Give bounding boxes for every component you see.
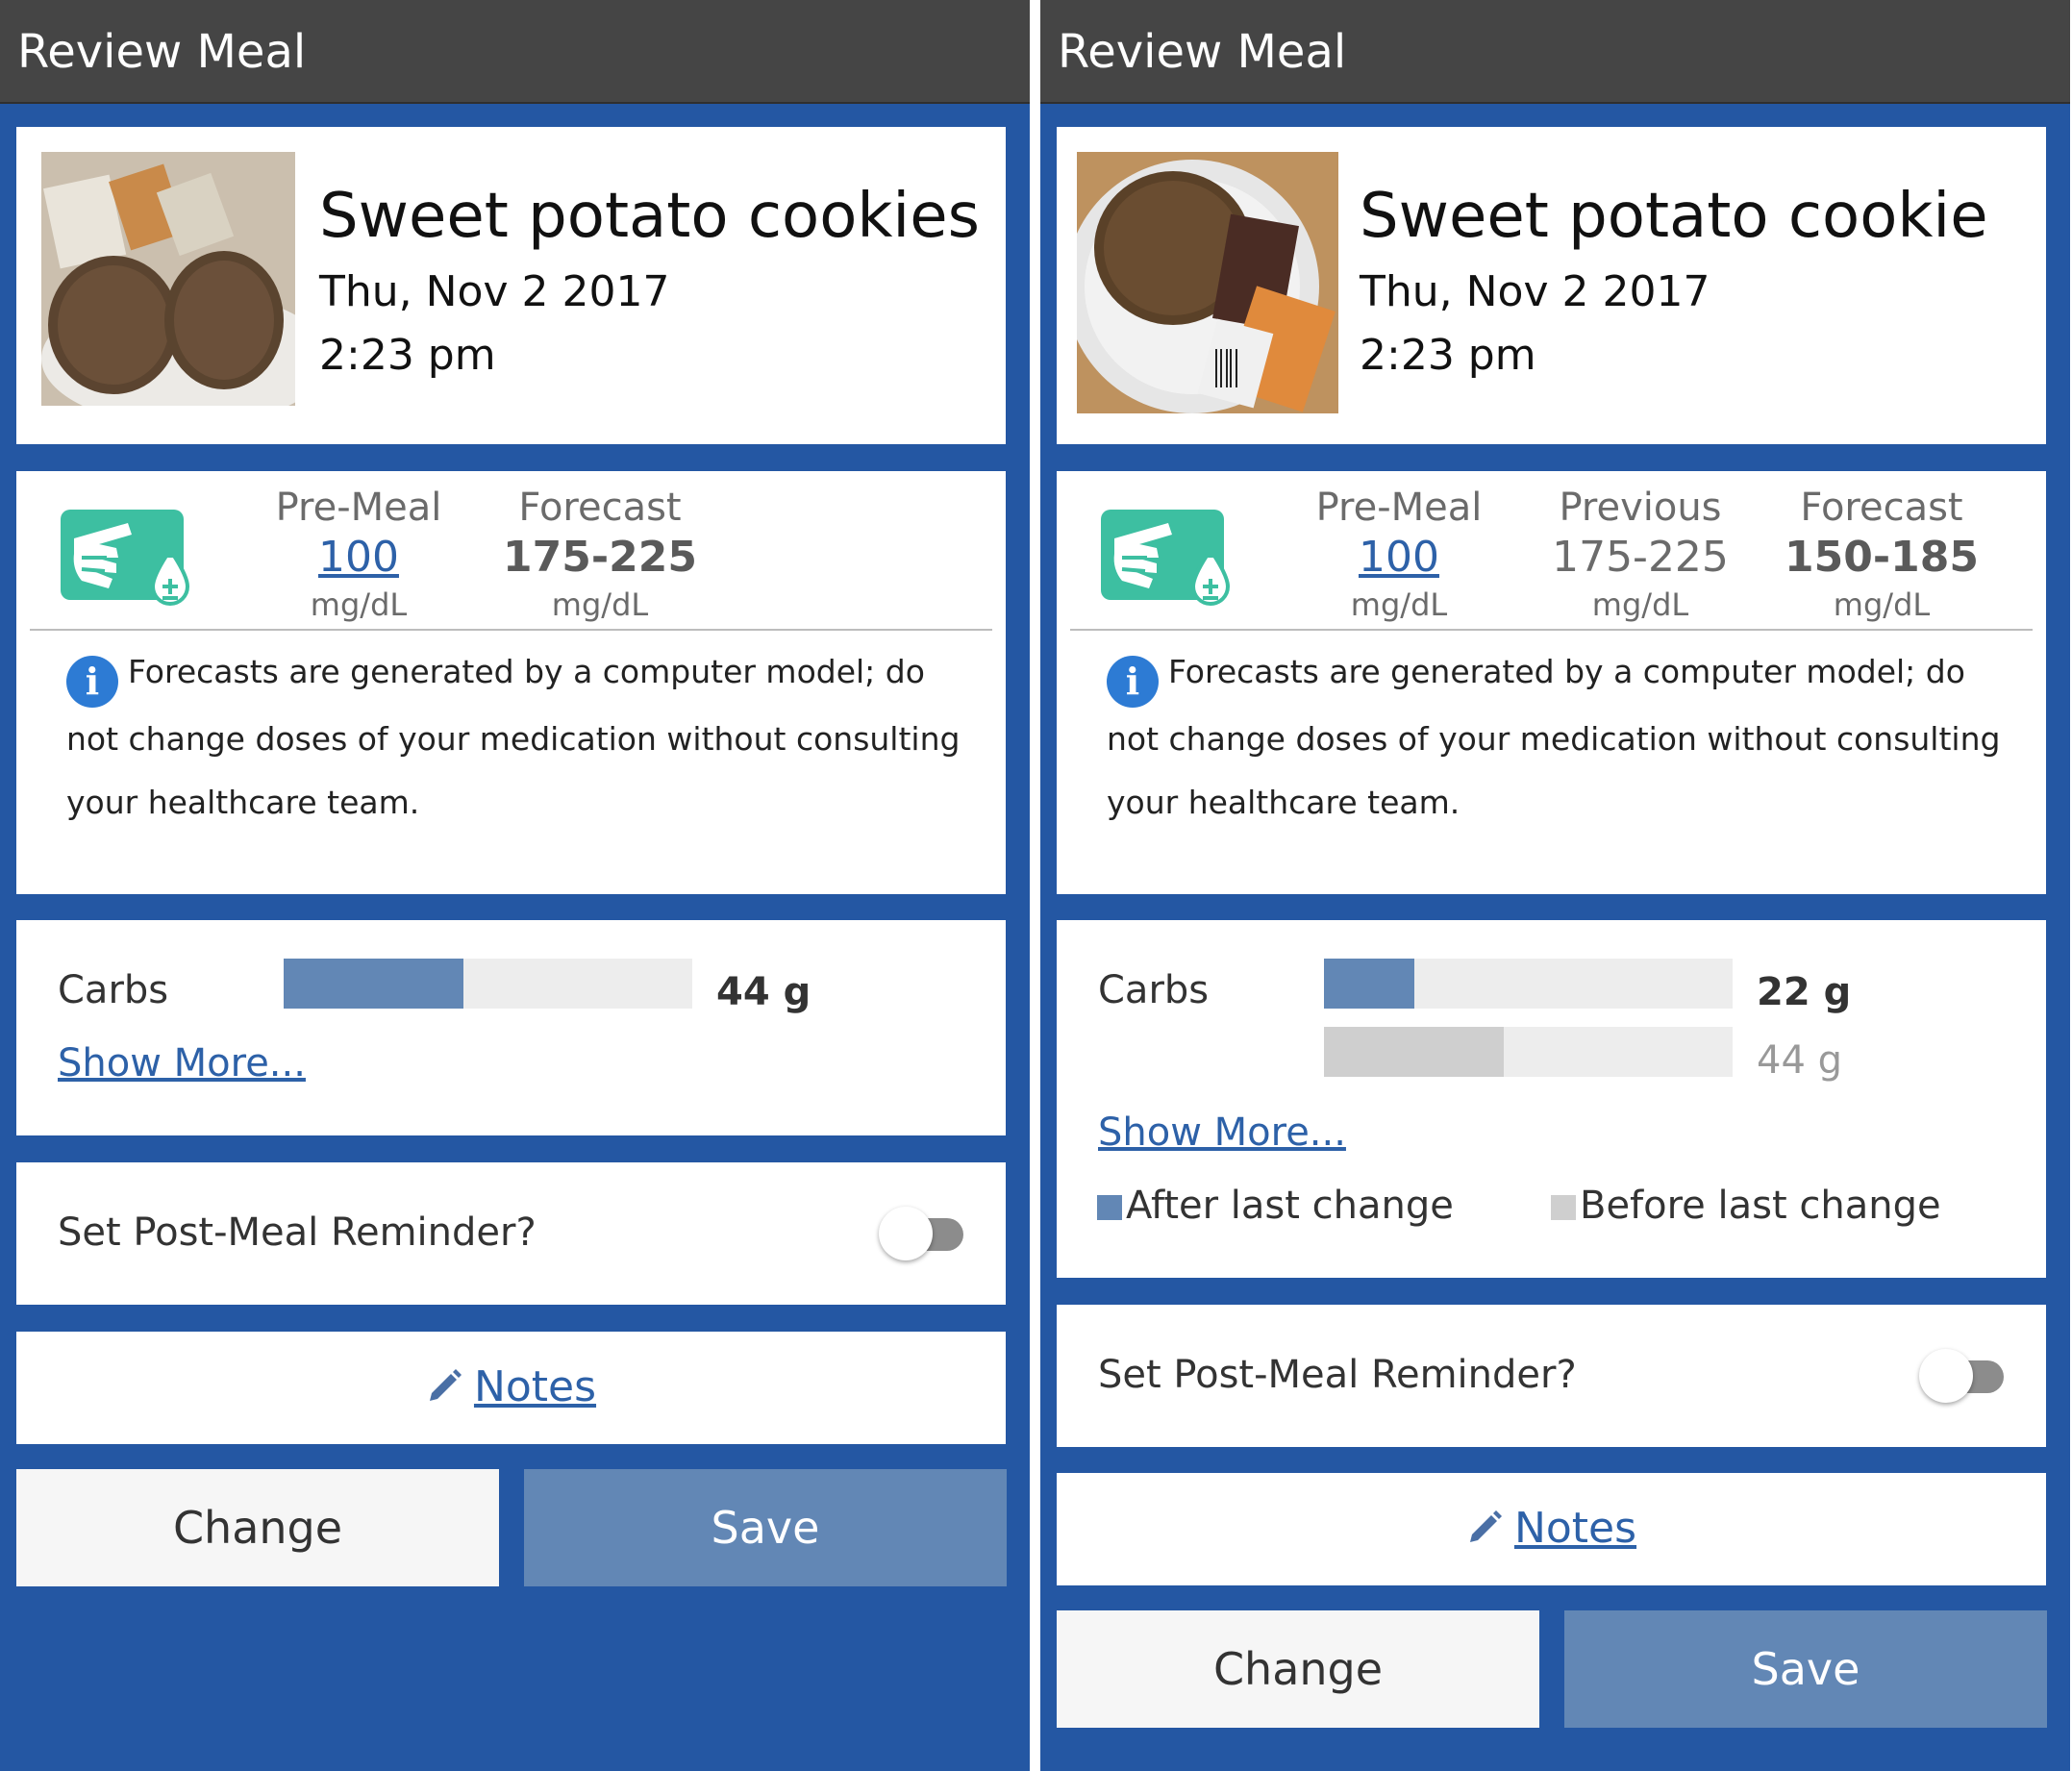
- info-icon: i: [1107, 656, 1159, 708]
- notes-link[interactable]: Notes: [1057, 1504, 2046, 1553]
- carbs-value: 44 g: [716, 970, 811, 1014]
- right-phone-screen: Review Meal Sweet potato cookie Thu, Nov…: [1040, 0, 2070, 1771]
- stat-unit: mg/dL: [310, 586, 408, 623]
- stat-unit: mg/dL: [1350, 586, 1448, 623]
- save-button[interactable]: Save: [1564, 1610, 2047, 1728]
- notes-card: Notes: [16, 1332, 1006, 1444]
- forecast-disclaimer: i Forecasts are generated by a computer m…: [66, 640, 967, 835]
- meal-name: Sweet potato cookie: [1360, 181, 1988, 252]
- stat-forecast: Forecast 175-225 mg/dL: [494, 483, 706, 627]
- toggle-thumb: [1919, 1349, 1973, 1403]
- notes-label: Notes: [1513, 1504, 1637, 1553]
- disclaimer-text: Forecasts are generated by a computer mo…: [1107, 653, 2001, 821]
- stat-value: 175-225: [503, 533, 697, 582]
- stat-label: Previous: [1559, 486, 1722, 530]
- change-button[interactable]: Change: [1057, 1610, 1539, 1728]
- meal-header-card: Sweet potato cookies Thu, Nov 2 2017 2:2…: [16, 127, 1006, 444]
- save-button[interactable]: Save: [524, 1469, 1007, 1586]
- legend-label: After last change: [1126, 1184, 1454, 1228]
- reminder-label: Set Post-Meal Reminder?: [1098, 1353, 1577, 1397]
- stat-value: 175-225: [1552, 533, 1729, 582]
- stat-label: Forecast: [518, 486, 682, 530]
- carbs-bar-fill: [284, 959, 463, 1009]
- stat-label: Pre-Meal: [1315, 486, 1483, 530]
- carbs-label: Carbs: [58, 968, 169, 1012]
- carbs-bar-fill-after: [1324, 959, 1414, 1009]
- meal-photo-image: [41, 152, 295, 406]
- show-more-link[interactable]: Show More...: [1098, 1110, 1346, 1155]
- stat-pre-meal: Pre-Meal 100 mg/dL: [1293, 483, 1505, 627]
- reminder-toggle[interactable]: [1919, 1349, 2008, 1403]
- reminder-toggle[interactable]: [879, 1207, 967, 1260]
- stat-pre-meal: Pre-Meal 100 mg/dL: [253, 483, 464, 627]
- notes-link[interactable]: Notes: [16, 1362, 1006, 1411]
- pencil-icon: [1469, 1510, 1502, 1542]
- divider: [30, 629, 992, 631]
- legend-swatch-before: [1551, 1195, 1576, 1220]
- stat-value: 150-185: [1785, 533, 1979, 582]
- stat-unit: mg/dL: [1833, 586, 1931, 623]
- pencil-icon: [429, 1369, 462, 1401]
- meal-date: Thu, Nov 2 2017: [1360, 267, 1710, 316]
- glucose-forecast-card: Pre-Meal 100 mg/dL Forecast 175-225 mg/d…: [16, 471, 1006, 894]
- reminder-card: Set Post-Meal Reminder?: [16, 1162, 1006, 1305]
- carbs-value: 22 g: [1757, 970, 1852, 1014]
- meal-photo-image: [1077, 152, 1338, 413]
- meal-photo[interactable]: [1077, 152, 1338, 413]
- legend-swatch-after: [1097, 1195, 1122, 1220]
- carbs-previous-value: 44 g: [1757, 1038, 1843, 1083]
- legend-before: Before last change: [1551, 1184, 1941, 1228]
- app-bar-title: Review Meal: [1040, 0, 2070, 104]
- glucose-meter-icon: [1101, 510, 1231, 606]
- stat-label: Forecast: [1800, 486, 1963, 530]
- carbs-bar-fill-before: [1324, 1027, 1504, 1077]
- reminder-card: Set Post-Meal Reminder?: [1057, 1305, 2046, 1447]
- meal-header-card: Sweet potato cookie Thu, Nov 2 2017 2:23…: [1057, 127, 2046, 444]
- stat-unit: mg/dL: [551, 586, 649, 623]
- forecast-disclaimer: i Forecasts are generated by a computer m…: [1107, 640, 2008, 835]
- change-button[interactable]: Change: [16, 1469, 499, 1586]
- legend-after: After last change: [1097, 1184, 1454, 1228]
- notes-card: Notes: [1057, 1473, 2046, 1585]
- stat-unit: mg/dL: [1591, 586, 1689, 623]
- stat-previous: Previous 175-225 mg/dL: [1535, 483, 1746, 627]
- carbs-bar-track-before: [1324, 1027, 1733, 1077]
- meal-name: Sweet potato cookies: [319, 181, 980, 252]
- divider: [1070, 629, 2033, 631]
- info-icon: i: [66, 656, 118, 708]
- meal-photo[interactable]: [41, 152, 295, 406]
- stat-forecast: Forecast 150-185 mg/dL: [1776, 483, 1987, 627]
- disclaimer-text: Forecasts are generated by a computer mo…: [66, 653, 961, 821]
- meal-time: 2:23 pm: [319, 331, 496, 380]
- meal-time: 2:23 pm: [1360, 331, 1536, 380]
- carbs-label: Carbs: [1098, 968, 1210, 1012]
- carbs-bar-track: [284, 959, 692, 1009]
- carbs-card: Carbs 44 g Show More...: [16, 920, 1006, 1135]
- pre-meal-value-link[interactable]: 100: [253, 533, 464, 583]
- glucose-meter-icon: [61, 510, 190, 606]
- reminder-label: Set Post-Meal Reminder?: [58, 1210, 537, 1255]
- meal-date: Thu, Nov 2 2017: [319, 267, 670, 316]
- toggle-thumb: [879, 1207, 933, 1260]
- glucose-forecast-card: Pre-Meal 100 mg/dL Previous 175-225 mg/d…: [1057, 471, 2046, 894]
- carbs-card: Carbs 22 g 44 g Show More... After last …: [1057, 920, 2046, 1278]
- legend-label: Before last change: [1580, 1184, 1941, 1228]
- carbs-bar-track-after: [1324, 959, 1733, 1009]
- notes-label: Notes: [473, 1362, 597, 1411]
- pre-meal-value-link[interactable]: 100: [1293, 533, 1505, 583]
- show-more-link[interactable]: Show More...: [58, 1041, 306, 1085]
- stat-label: Pre-Meal: [275, 486, 442, 530]
- left-phone-screen: Review Meal Sweet potato cookies Thu, No…: [0, 0, 1030, 1771]
- app-bar-title: Review Meal: [0, 0, 1030, 104]
